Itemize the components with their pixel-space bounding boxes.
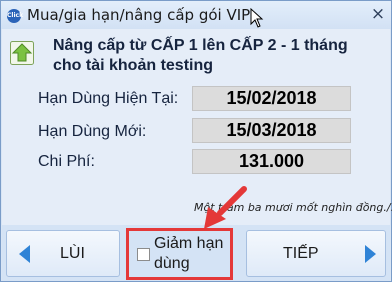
new-expiry-value: 15/03/2018 (192, 118, 351, 143)
amount-in-words: Một trăm ba mươi mốt nghìn đồng./. (194, 201, 392, 214)
current-expiry-label: Hạn Dùng Hiện Tại: (38, 90, 179, 107)
new-expiry-label: Hạn Dùng Mới: (38, 123, 147, 140)
reduce-term-option[interactable]: Giảm hạn dùng (128, 229, 232, 279)
back-button[interactable]: LÙI (6, 230, 120, 277)
dialog-content: Nâng cấp từ CẤP 1 lên CẤP 2 - 1 tháng ch… (2, 29, 392, 225)
next-button-label: TIẾP (283, 245, 319, 262)
reduce-term-checkbox[interactable] (137, 248, 150, 261)
vip-purchase-dialog: Click Mua/gia hạn/nâng cấp gói VIP × Nân… (0, 0, 392, 282)
app-logo-icon: Click (7, 9, 23, 23)
close-button[interactable]: × (365, 1, 391, 27)
button-bar: LÙI Giảm hạn dùng TIẾP (2, 225, 390, 281)
headline-line-1: Nâng cấp từ CẤP 1 lên CẤP 2 - 1 tháng (53, 37, 348, 54)
reduce-term-label[interactable]: Giảm hạn dùng (154, 234, 230, 274)
mouse-cursor-icon (250, 8, 264, 28)
back-button-label: LÙI (60, 245, 85, 262)
upgrade-arrow-icon (10, 41, 34, 65)
window-title: Mua/gia hạn/nâng cấp gói VIP (27, 6, 251, 24)
arrow-left-icon (19, 245, 30, 263)
cost-label: Chi Phí: (38, 153, 95, 170)
title-bar: Click Mua/gia hạn/nâng cấp gói VIP × (1, 1, 391, 29)
cost-value: 131.000 (192, 149, 351, 174)
arrow-right-icon (365, 245, 376, 263)
next-button[interactable]: TIẾP (246, 230, 386, 277)
current-expiry-value: 15/02/2018 (192, 86, 351, 111)
headline-line-2: cho tài khoản testing (53, 57, 214, 74)
headline: Nâng cấp từ CẤP 1 lên CẤP 2 - 1 tháng ch… (53, 36, 353, 76)
